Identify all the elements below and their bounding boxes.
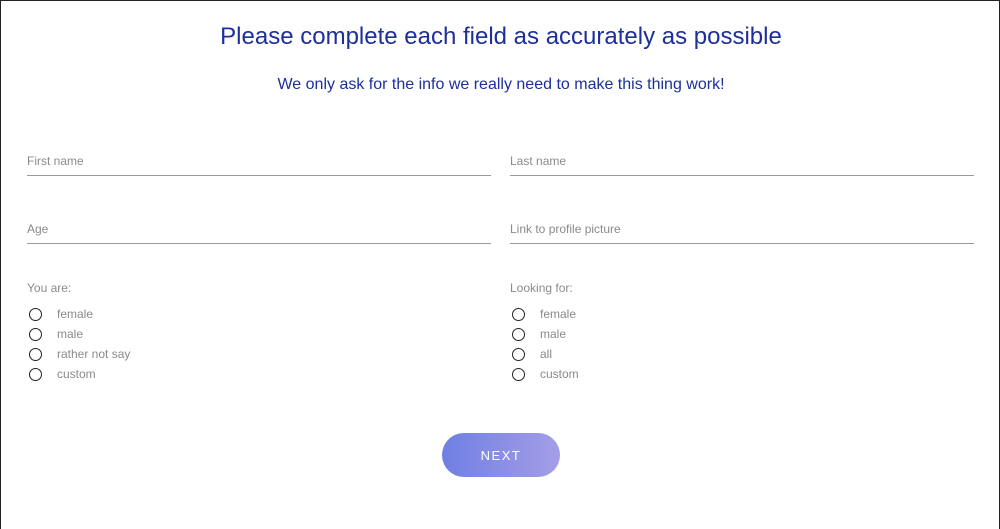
looking-for-label: Looking for: (510, 281, 573, 295)
you-are-option-custom[interactable]: custom (27, 364, 130, 384)
radio-empty-circle-icon[interactable] (29, 327, 42, 341)
looking-for-option-custom[interactable]: custom (510, 364, 579, 384)
radio-option-label: custom (540, 367, 579, 381)
looking-for-option-male[interactable]: male (510, 324, 579, 344)
first-name-input[interactable] (27, 149, 491, 173)
page-title: Please complete each field as accurately… (220, 23, 782, 50)
you-are-radio-group: female male rather not say custom (27, 304, 130, 384)
looking-for-option-all[interactable]: all (510, 344, 579, 364)
profile-picture-input[interactable] (510, 217, 974, 241)
last-name-input[interactable] (510, 149, 974, 173)
profile-picture-field (510, 217, 974, 244)
radio-option-label: male (57, 327, 84, 341)
next-button[interactable]: NEXT (442, 433, 560, 477)
radio-option-label: female (57, 307, 94, 321)
radio-empty-circle-icon[interactable] (29, 367, 42, 381)
radio-option-label: all (540, 347, 553, 361)
radio-option-label: female (540, 307, 577, 321)
looking-for-option-female[interactable]: female (510, 304, 579, 324)
you-are-label: You are: (27, 281, 72, 295)
you-are-option-female[interactable]: female (27, 304, 130, 324)
first-name-field (27, 149, 491, 176)
radio-option-label: male (540, 327, 567, 341)
last-name-field (510, 149, 974, 176)
radio-empty-circle-icon[interactable] (29, 347, 42, 361)
you-are-option-rather-not-say[interactable]: rather not say (27, 344, 130, 364)
radio-empty-circle-icon[interactable] (29, 307, 42, 321)
radio-option-label: custom (57, 367, 96, 381)
signup-form-page: Please complete each field as accurately… (0, 0, 1000, 529)
you-are-option-male[interactable]: male (27, 324, 130, 344)
radio-empty-circle-icon[interactable] (512, 327, 525, 341)
looking-for-radio-group: female male all custom (510, 304, 579, 384)
page-subtitle: We only ask for the info we really need … (277, 76, 725, 93)
age-field (27, 217, 491, 244)
radio-empty-circle-icon[interactable] (512, 307, 525, 321)
radio-option-label: rather not say (57, 347, 131, 361)
age-input[interactable] (27, 217, 491, 241)
radio-empty-circle-icon[interactable] (512, 347, 525, 361)
radio-empty-circle-icon[interactable] (512, 367, 525, 381)
